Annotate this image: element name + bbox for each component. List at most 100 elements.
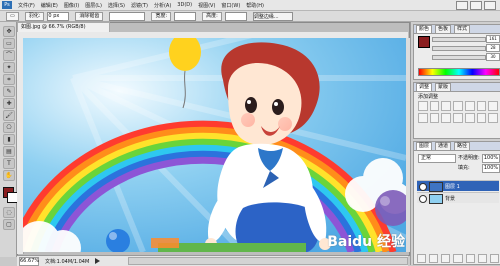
eye-icon[interactable] [419,195,427,203]
quick-mask-tool[interactable]: ◌ [3,207,15,218]
menu-window[interactable]: 窗口(W) [221,2,240,9]
move-tool[interactable]: ✥ [3,26,15,37]
tab-color[interactable]: 颜色 [416,24,433,34]
menu-image[interactable]: 图像(I) [64,2,79,9]
hand-tool[interactable]: ✋ [3,170,15,181]
magic-wand-icon: ✦ [6,64,12,71]
group-icon[interactable] [465,254,475,263]
status-menu-arrow-icon[interactable] [95,258,101,264]
status-bar: 66.67% 文档:1.04M/1.04M [17,255,408,266]
zoom-level[interactable]: 66.67% [19,256,39,266]
bandage-icon: ✚ [6,100,12,107]
text-tool[interactable]: T [3,158,15,169]
refine-edge-button[interactable]: 调整边缘... [252,11,293,21]
menu-3d[interactable]: 3D(D) [177,2,192,8]
gradient-map-icon[interactable] [488,113,499,123]
minimize-button[interactable] [456,1,468,10]
menu-help[interactable]: 帮助(H) [246,2,264,9]
color-spectrum[interactable] [418,68,500,76]
green-slider[interactable] [432,46,486,51]
menu-analysis[interactable]: 分析(A) [154,2,171,9]
layer-name: 图层 1 [445,184,460,190]
screen-mode-tool[interactable]: ▢ [3,219,15,230]
toolbox: ✥ ▭ ⌒ ✦ ⌗ ✎ ✚ 🖌 ⎔ ▮ ▤ T ✋ ◌ ▢ [0,22,18,257]
trash-icon[interactable] [489,254,499,263]
blue-value[interactable]: 30 [486,53,500,61]
lasso-tool[interactable]: ⌒ [3,50,15,61]
vibrance-icon[interactable] [464,101,475,111]
height-field[interactable] [224,11,247,21]
adjustment-icons-row2 [418,113,499,123]
link-layers-icon[interactable] [417,254,427,263]
blend-mode-select[interactable]: 正常 [418,154,456,163]
clone-tool[interactable]: ⎔ [3,122,15,133]
threshold-icon[interactable] [476,113,487,123]
feather-field[interactable]: 0 px [47,11,70,21]
tab-masks[interactable]: 蒙版 [435,82,452,92]
image-canvas[interactable] [23,38,406,252]
anti-alias-option[interactable]: 消除锯齿 [75,11,104,21]
fill-label: 填充: [458,165,470,171]
photo-filter-icon[interactable] [429,113,440,123]
add-mask-icon[interactable] [441,254,451,263]
brush-icon: 🖌 [5,112,13,119]
magic-wand-tool[interactable]: ✦ [3,62,15,73]
menu-view[interactable]: 视图(V) [198,2,215,9]
levels-icon[interactable] [429,101,440,111]
red-slider[interactable] [432,37,486,42]
eraser-icon: ▮ [7,136,11,143]
menu-edit[interactable]: 编辑(E) [41,2,58,9]
opacity-field[interactable]: 100% [482,154,500,163]
gradient-tool[interactable]: ▤ [3,146,15,157]
watermark: Baidu 经验 [327,234,405,250]
menu-file[interactable]: 文件(F) [18,2,35,9]
maximize-button[interactable] [470,1,482,10]
blue-slider[interactable] [432,55,486,60]
invert-icon[interactable] [453,113,463,123]
layers-panel-footer [417,254,499,263]
tab-channels[interactable]: 通道 [435,141,452,151]
brush-tool[interactable]: 🖌 [3,110,15,121]
layer-row-1[interactable]: 图层 1 [417,180,499,192]
width-field[interactable] [174,11,197,21]
healing-tool[interactable]: ✚ [3,98,15,109]
eraser-tool[interactable]: ▮ [3,134,15,145]
tab-layers[interactable]: 图层 [416,141,433,151]
green-value[interactable]: 28 [486,44,500,52]
menu-select[interactable]: 选择(S) [108,2,125,9]
tab-adjustments[interactable]: 调整 [416,82,433,92]
tool-preset-picker[interactable]: ▭ [6,11,19,21]
tab-styles[interactable]: 样式 [454,24,471,34]
tab-swatches[interactable]: 色板 [435,24,452,34]
hue-icon[interactable] [476,101,487,111]
marquee-tool[interactable]: ▭ [3,38,15,49]
close-button[interactable] [484,1,496,10]
red-value[interactable]: 161 [486,35,500,43]
brightness-icon[interactable] [418,101,428,111]
eye-icon[interactable] [419,183,427,191]
adjustment-icons [418,101,499,111]
tab-paths[interactable]: 路径 [454,141,471,151]
fill-field[interactable]: 100% [482,164,500,173]
horizontal-scrollbar[interactable] [128,257,408,265]
crop-tool[interactable]: ⌗ [3,74,15,85]
adjustment-layer-icon[interactable] [453,254,463,263]
channel-mixer-icon[interactable] [441,113,452,123]
menu-layer[interactable]: 图层(L) [85,2,102,9]
curves-icon[interactable] [441,101,452,111]
bw-icon[interactable] [418,113,428,123]
width-label: 宽度: [151,11,172,21]
layer-row-2[interactable]: 背景 [417,192,499,204]
eyedropper-icon: ✎ [6,88,12,95]
color-preview-swatch[interactable] [418,36,430,48]
layers-panel-tabs: 图层 通道 路径 [414,141,500,151]
adjustments-title: 添加调整 [418,94,439,100]
exposure-icon[interactable] [453,101,463,111]
style-dropdown[interactable] [109,11,146,21]
color-balance-icon[interactable] [488,101,499,111]
menu-filter[interactable]: 滤镜(T) [131,2,148,9]
eyedropper-tool[interactable]: ✎ [3,86,15,97]
layer-style-icon[interactable] [429,254,439,263]
new-layer-icon[interactable] [477,254,487,263]
posterize-icon[interactable] [464,113,475,123]
